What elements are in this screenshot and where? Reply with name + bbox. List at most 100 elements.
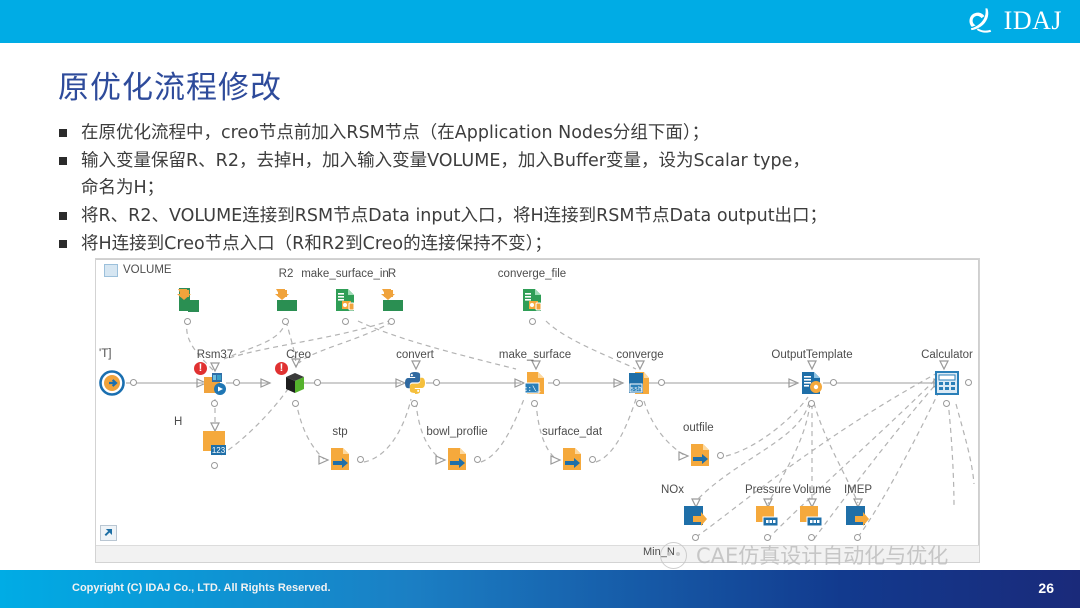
output-port[interactable] bbox=[854, 534, 861, 541]
bottom-port[interactable] bbox=[808, 400, 815, 407]
node-label: Creo bbox=[286, 349, 312, 361]
node-label: outfile bbox=[683, 422, 714, 434]
list-item: 将R、R2、VOLUME连接到RSM节点Data input入口，将H连接到RS… bbox=[58, 203, 1033, 230]
output-port[interactable] bbox=[357, 456, 364, 463]
input-variable-icon[interactable] bbox=[379, 287, 405, 313]
bullet-text-continuation: 命名为H； bbox=[81, 178, 165, 198]
node-label: surface_dat bbox=[541, 426, 603, 438]
header-bar bbox=[0, 0, 1080, 43]
brand-text: IDAJ bbox=[1003, 6, 1062, 35]
output-port[interactable] bbox=[529, 318, 536, 325]
bottom-port[interactable] bbox=[943, 400, 950, 407]
node-label: converge bbox=[616, 349, 664, 361]
node-r2-input[interactable]: R2 bbox=[273, 268, 299, 325]
bullet-square-icon bbox=[59, 212, 67, 220]
output-port[interactable] bbox=[282, 318, 289, 325]
output-port[interactable] bbox=[553, 379, 560, 386]
output-variable-icon[interactable] bbox=[845, 505, 871, 531]
output-port[interactable] bbox=[692, 534, 699, 541]
node-pressure-output[interactable]: Pressure bbox=[745, 484, 791, 541]
output-port[interactable] bbox=[388, 318, 395, 325]
array-variable-icon[interactable] bbox=[755, 505, 781, 531]
bottom-port[interactable] bbox=[531, 400, 538, 407]
list-item: 在原优化流程中，creo节点前加入RSM节点（在Application Node… bbox=[58, 120, 1033, 147]
slide-root: IDAJ 原优化流程修改 在原优化流程中，creo节点前加入RSM节点（在App… bbox=[0, 0, 1080, 608]
template-file-icon[interactable] bbox=[520, 287, 544, 313]
start-circle-icon[interactable] bbox=[99, 370, 125, 396]
node-h-buffer[interactable]: H 123 bbox=[174, 416, 230, 469]
node-convert[interactable]: convert bbox=[396, 349, 440, 407]
bottom-port[interactable] bbox=[211, 400, 218, 407]
input-variable-icon[interactable] bbox=[273, 287, 299, 313]
node-outputtemplate[interactable]: OutputTemplate bbox=[771, 349, 853, 407]
node-nox-output[interactable]: NOx bbox=[661, 484, 709, 541]
output-port[interactable] bbox=[342, 318, 349, 325]
output-port[interactable] bbox=[433, 379, 440, 386]
node-r-input[interactable]: R bbox=[379, 268, 405, 325]
output-port[interactable] bbox=[589, 456, 596, 463]
node-start[interactable] bbox=[99, 370, 137, 396]
status-badge: ! bbox=[274, 361, 289, 376]
workflow-canvas[interactable]: 'T] VOLUME R2 R Rsm37 ! H 123 Creo ! stp… bbox=[95, 258, 980, 563]
ssh-file-icon[interactable]: ssh bbox=[627, 370, 653, 396]
node-label-min-n: Min_N bbox=[643, 546, 675, 558]
node-label: R bbox=[387, 268, 397, 280]
file-output-icon[interactable] bbox=[328, 446, 352, 472]
node-converge-file[interactable]: converge_file bbox=[498, 268, 566, 325]
idaj-logo: IDAJ bbox=[966, 6, 1062, 36]
output-port[interactable] bbox=[965, 379, 972, 386]
output-port[interactable] bbox=[184, 318, 191, 325]
output-port[interactable] bbox=[658, 379, 665, 386]
node-creo[interactable]: Creo ! bbox=[274, 349, 321, 407]
bullet-square-icon bbox=[59, 157, 67, 165]
output-port[interactable] bbox=[717, 452, 724, 459]
array-variable-icon[interactable] bbox=[799, 505, 825, 531]
python-icon[interactable] bbox=[402, 370, 428, 396]
node-rsm37[interactable]: Rsm37 ! bbox=[193, 349, 240, 407]
scalar-buffer-icon[interactable]: 123 bbox=[202, 430, 230, 458]
node-label: R2 bbox=[278, 268, 294, 280]
output-port[interactable] bbox=[474, 456, 481, 463]
template-file-icon[interactable] bbox=[333, 287, 357, 313]
node-imep-output[interactable]: IMEP bbox=[844, 484, 872, 541]
node-calculator[interactable]: Calculator bbox=[921, 349, 973, 407]
output-port[interactable] bbox=[830, 379, 837, 386]
node-label: convert bbox=[396, 349, 434, 361]
output-template-icon[interactable] bbox=[799, 370, 825, 396]
output-port[interactable] bbox=[314, 379, 321, 386]
bottom-port[interactable] bbox=[292, 400, 299, 407]
rsm-node-icon[interactable]: ! bbox=[193, 361, 228, 396]
output-port[interactable] bbox=[130, 379, 137, 386]
bottom-port[interactable] bbox=[636, 400, 643, 407]
node-label: OutputTemplate bbox=[771, 349, 853, 361]
calculator-icon[interactable] bbox=[934, 370, 960, 396]
input-variable-icon[interactable] bbox=[175, 287, 201, 313]
node-make-surface[interactable]: make_surface c:\_ bbox=[499, 349, 571, 407]
bottom-port[interactable] bbox=[411, 400, 418, 407]
output-port[interactable] bbox=[233, 379, 240, 386]
node-surface-dat[interactable]: surface_dat bbox=[542, 426, 602, 472]
node-stp[interactable]: stp bbox=[328, 426, 364, 472]
node-volume-output[interactable]: Volume bbox=[793, 484, 831, 541]
node-converge[interactable]: converge ssh bbox=[616, 349, 665, 407]
file-output-icon[interactable] bbox=[560, 446, 584, 472]
list-item: 将H连接到Creo节点入口（R和R2到Creo的连接保持不变）； bbox=[58, 231, 1033, 258]
file-output-icon[interactable] bbox=[445, 446, 469, 472]
output-port[interactable] bbox=[211, 462, 218, 469]
footer-bar: Copyright (C) IDAJ Co., LTD. All Rights … bbox=[0, 570, 1080, 608]
bullet-text: 在原优化流程中，creo节点前加入RSM节点（在Application Node… bbox=[81, 123, 710, 143]
node-label: stp bbox=[332, 426, 348, 438]
node-volume-input[interactable] bbox=[175, 287, 201, 325]
page-title: 原优化流程修改 bbox=[58, 70, 282, 106]
bullet-text: 将R、R2、VOLUME连接到RSM节点Data input入口，将H连接到RS… bbox=[81, 206, 828, 226]
output-port[interactable] bbox=[808, 534, 815, 541]
file-output-icon[interactable] bbox=[688, 442, 712, 468]
node-label: H bbox=[174, 416, 183, 428]
node-make-surface-in[interactable]: make_surface_in bbox=[301, 268, 389, 325]
output-port[interactable] bbox=[764, 534, 771, 541]
node-outfile[interactable]: outfile bbox=[683, 422, 724, 468]
output-variable-icon[interactable] bbox=[683, 505, 709, 531]
node-bowl-proflie[interactable]: bowl_proflie bbox=[426, 426, 488, 472]
creo-cube-icon[interactable]: ! bbox=[274, 361, 309, 396]
cmd-file-icon[interactable]: c:\_ bbox=[522, 370, 548, 396]
